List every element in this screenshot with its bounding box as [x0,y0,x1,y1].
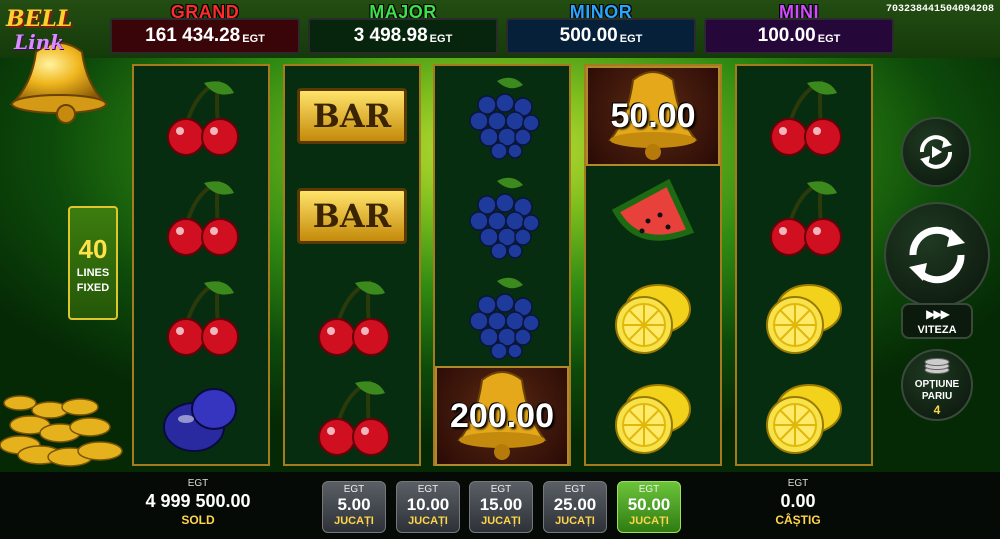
bet-label: JUCAȚI [408,515,448,527]
jackpot-minor-box: 500.00 EGT [506,18,696,54]
bet-option-value: 4 [933,403,941,417]
speed-button[interactable]: ▶▶▶ VITEZA [901,303,973,339]
spin-button[interactable] [884,202,990,308]
bell-prize-value: 50.00 [610,96,696,135]
reel-2: BAR BAR [283,64,421,466]
jackpot-mini-box: 100.00 EGT [704,18,894,54]
bet-value: 15.00 [479,495,523,514]
chip-stack-icon [924,358,950,374]
cherry-icon [737,166,871,266]
reel-3: 200.00 [433,64,571,466]
jackpot-major: MAJOR 3 498.98 EGT [308,2,498,54]
jackpot-minor-value: 500.00 [559,25,618,46]
bet-label: JUCAȚI [629,515,669,527]
lines-fixed-label: FIXED [76,282,110,294]
bell-symbol: 50.00 [586,66,720,166]
plum-icon [134,366,268,466]
bet-label: JUCAȚI [334,515,374,527]
bell-link-logo: BELL Link [4,4,114,129]
bet-label: JUCAȚI [481,515,521,527]
autoplay-icon [920,135,952,169]
reel-5 [735,64,873,466]
balance-display: EGT 4 999 500.00 SOLD [108,478,288,527]
logo-bell-word: BELL [6,6,73,32]
cherry-icon [285,366,419,466]
cherry-icon [134,266,268,366]
balance-currency: EGT [187,478,209,489]
balance-value: 4 999 500.00 [145,491,251,511]
game-id: 703238441504094208 [885,4,994,15]
bet-button-10[interactable]: EGT 10.00 JUCAȚI [396,481,460,533]
grapes-icon [435,266,569,366]
reel-1 [132,64,270,466]
bet-currency: EGT [343,484,365,495]
jackpot-major-value: 3 498.98 [353,25,428,46]
win-label: CÂȘTIG [775,513,821,527]
jackpot-mini: MINI 100.00 EGT [704,2,894,54]
jackpot-major-box: 3 498.98 EGT [308,18,498,54]
lemon-icon [737,366,871,466]
bet-button-15[interactable]: EGT 15.00 JUCAȚI [469,481,533,533]
jackpot-grand: GRAND 161 434.28 EGT [110,2,300,54]
win-currency: EGT [787,478,809,489]
jackpot-minor-currency: EGT [619,32,643,45]
coin-pile-icon [0,395,123,467]
bet-option-label: OPȚIUNE [914,379,960,390]
cherry-icon [737,66,871,166]
bet-option-button[interactable]: OPȚIUNE PARIU 4 [901,349,973,421]
bar-icon: BAR [285,66,419,166]
cherry-icon [134,166,268,266]
lines-label: LINES [76,267,110,279]
bet-currency: EGT [564,484,586,495]
speed-label: VITEZA [917,324,957,336]
reel-4: 50.00 [584,64,722,466]
bet-button-50[interactable]: EGT 50.00 JUCAȚI [617,481,681,533]
grapes-icon [435,66,569,166]
cherry-icon [285,266,419,366]
bet-currency: EGT [490,484,512,495]
bell-prize-value: 200.00 [450,396,554,435]
win-display: EGT 0.00 CÂȘTIG [708,478,888,527]
bet-value: 10.00 [406,495,450,514]
jackpot-mini-value: 100.00 [757,25,816,46]
lines-indicator: 40 LINES FIXED [68,206,118,320]
jackpot-grand-box: 161 434.28 EGT [110,18,300,54]
jackpot-minor: MINOR 500.00 EGT [506,2,696,54]
spin-icon [909,226,965,284]
jackpot-major-currency: EGT [429,32,453,45]
lemon-icon [737,266,871,366]
bar-label: BAR [297,88,407,144]
bet-currency: EGT [417,484,439,495]
cherry-icon [134,66,268,166]
logo-link-word: Link [14,30,65,54]
bar-label: BAR [297,188,407,244]
bet-label: JUCAȚI [555,515,595,527]
bet-currency: EGT [638,484,660,495]
win-value: 0.00 [780,491,816,511]
bet-value: 25.00 [553,495,597,514]
bet-value: 50.00 [627,495,671,514]
bet-button-25[interactable]: EGT 25.00 JUCAȚI [543,481,607,533]
watermelon-icon [586,166,720,266]
bell-symbol: 200.00 [435,366,569,466]
bet-button-5[interactable]: EGT 5.00 JUCAȚI [322,481,386,533]
lemon-icon [586,266,720,366]
jackpot-mini-currency: EGT [817,32,841,45]
lemon-icon [586,366,720,466]
fast-forward-icon: ▶▶▶ [926,307,950,321]
bet-value: 5.00 [337,495,371,514]
grapes-icon [435,166,569,266]
balance-label: SOLD [181,513,215,527]
lines-count: 40 [78,234,108,264]
bet-option-label-2: PARIU [921,391,953,402]
jackpot-grand-currency: EGT [242,32,265,45]
autoplay-button[interactable] [901,117,971,187]
bar-icon: BAR [285,166,419,266]
jackpot-grand-value: 161 434.28 [145,25,241,46]
